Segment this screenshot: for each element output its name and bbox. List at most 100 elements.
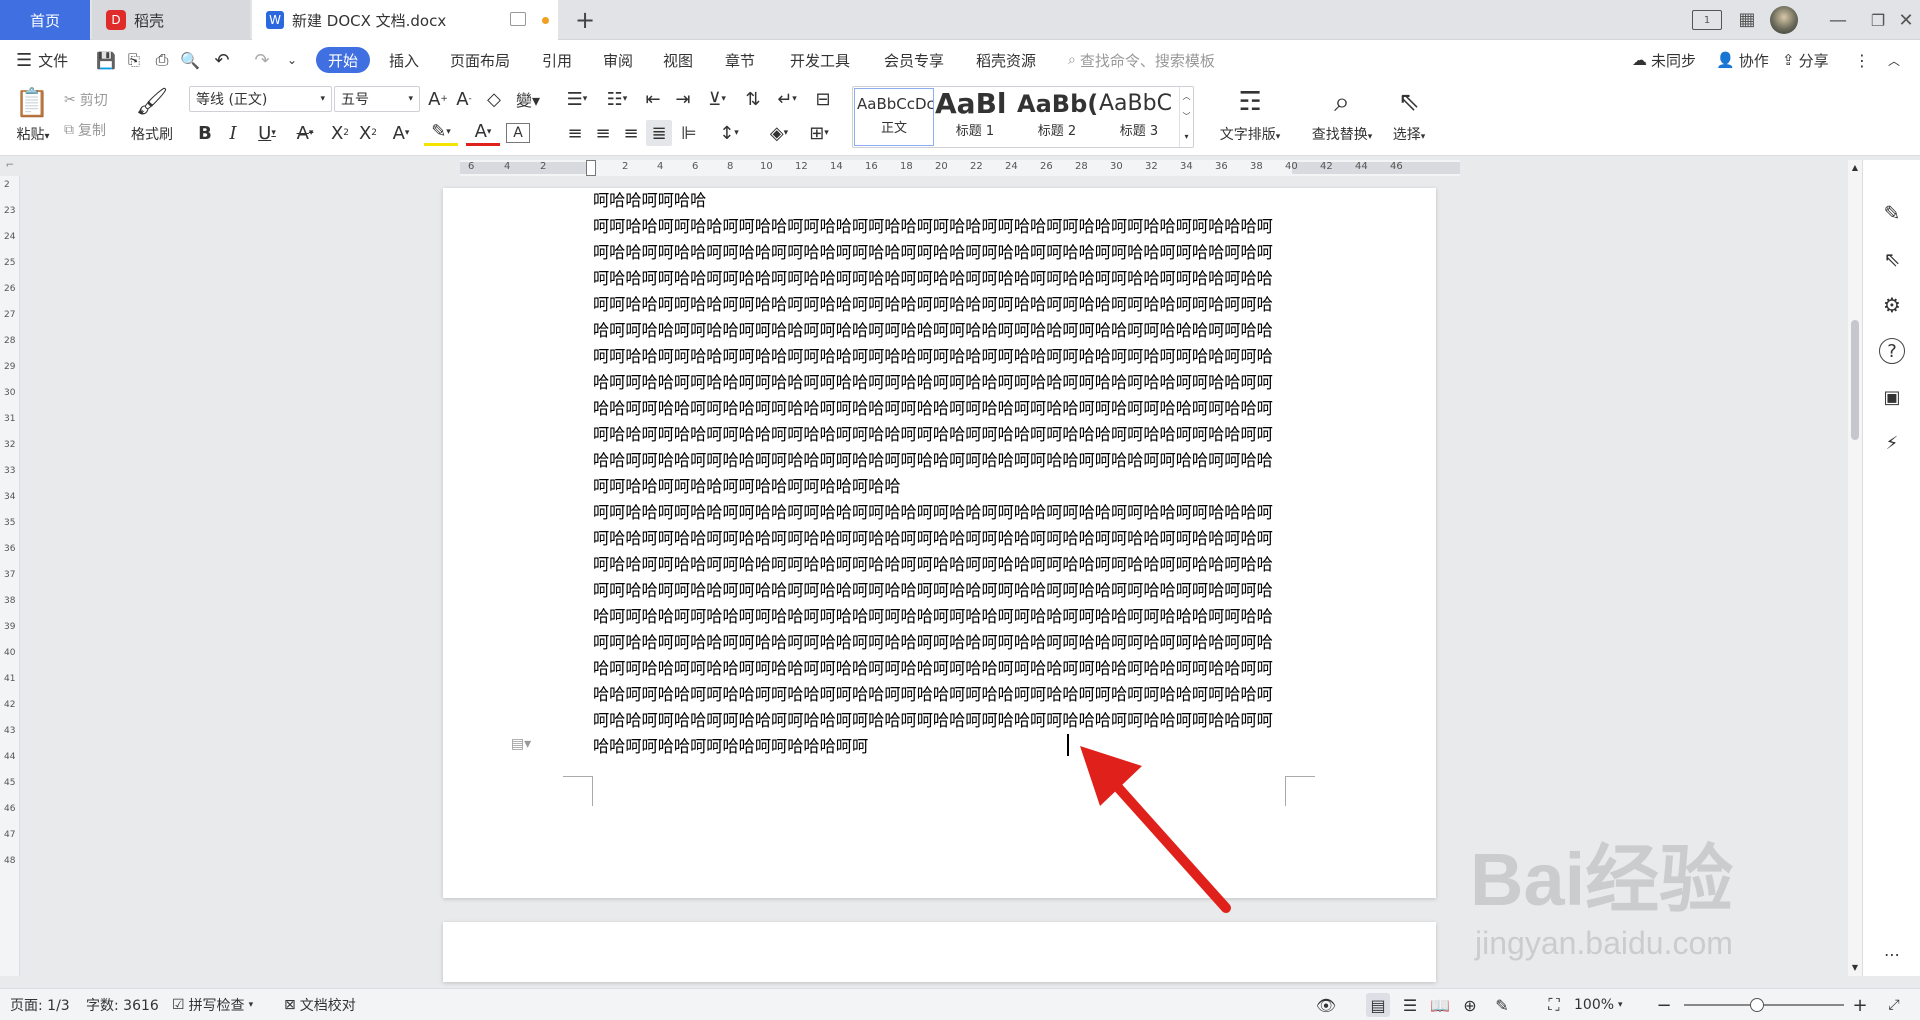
- print-icon[interactable]: ⎙: [152, 50, 172, 70]
- zoom-slider[interactable]: [1684, 998, 1844, 1012]
- clear-format-icon[interactable]: ◇: [482, 86, 506, 112]
- page-view-icon[interactable]: ▤: [1366, 993, 1390, 1017]
- print-preview-icon[interactable]: 🔍: [180, 50, 200, 70]
- document-page[interactable]: 呵哈哈呵呵哈哈 呵呵哈哈呵呵哈哈呵呵哈哈呵呵哈哈呵呵哈哈呵呵哈哈呵呵哈哈呵呵哈哈…: [443, 188, 1436, 898]
- borders-icon[interactable]: ⊞ ▾: [802, 120, 836, 146]
- tab-insert[interactable]: 插入: [389, 40, 419, 80]
- sliders-icon[interactable]: ⚙: [1879, 292, 1905, 318]
- grow-font-icon[interactable]: A +: [426, 86, 450, 112]
- image-tools-icon[interactable]: ▣: [1879, 384, 1905, 410]
- web-view-icon[interactable]: ⊕: [1458, 995, 1482, 1015]
- scroll-thumb[interactable]: [1851, 320, 1859, 440]
- undo-icon[interactable]: ↶: [210, 50, 234, 71]
- chinese-layout-icon[interactable]: ⊻ ▾: [700, 86, 734, 112]
- paste-button[interactable]: 📋 粘贴▾: [12, 84, 54, 150]
- style-scroll[interactable]: ︿ ﹀ ▾: [1179, 87, 1193, 147]
- align-right-icon[interactable]: ≡: [618, 120, 644, 146]
- format-painter-button[interactable]: 🖌 格式刷: [126, 84, 178, 150]
- screen-icon[interactable]: [510, 12, 526, 26]
- page-indicator[interactable]: 页面: 1/3: [10, 989, 70, 1020]
- fullscreen-icon[interactable]: ⤢: [1884, 995, 1904, 1015]
- zoom-slider-thumb[interactable]: [1750, 998, 1764, 1012]
- tab-devtools[interactable]: 开发工具: [790, 40, 850, 80]
- font-color-icon[interactable]: A ▾: [466, 120, 500, 146]
- font-size-select[interactable]: 五号 ▾: [334, 86, 420, 112]
- tab-daoke[interactable]: D 稻壳: [92, 0, 250, 40]
- style-heading-3[interactable]: AaBbC 标题 3: [1099, 88, 1179, 146]
- copy-button[interactable]: ⧉ 复制: [64, 120, 106, 140]
- customize-chevron-icon[interactable]: ⌄: [284, 50, 300, 70]
- document-page-2[interactable]: [443, 922, 1436, 982]
- paragraph-handle-icon[interactable]: ▤▾: [509, 734, 533, 754]
- justify-icon[interactable]: ≣: [646, 120, 672, 146]
- vertical-scrollbar[interactable]: ▲ ▼: [1848, 160, 1862, 976]
- minimize-icon[interactable]: —: [1820, 6, 1856, 34]
- distribute-icon[interactable]: ⊫: [676, 120, 702, 146]
- command-search[interactable]: ⌕ 查找命令、搜索模板: [1068, 40, 1215, 80]
- style-normal[interactable]: AaBbCcDc 正文: [854, 88, 934, 146]
- vertical-ruler[interactable]: 2 23 24 25 26 27 28 29 30 31 32 33 34 35…: [0, 176, 20, 976]
- find-replace-button[interactable]: ⌕ 查找替换▾: [1304, 84, 1380, 150]
- cut-button[interactable]: ✂ 剪切: [64, 90, 108, 110]
- paragraph[interactable]: 呵呵哈哈呵呵哈哈呵呵哈哈呵呵哈哈呵呵哈哈呵呵哈哈呵呵哈哈呵呵哈哈呵呵哈哈呵呵哈哈…: [593, 500, 1288, 760]
- redo-icon[interactable]: ↷: [250, 50, 274, 71]
- shrink-font-icon[interactable]: A-: [452, 86, 476, 112]
- bullet-list-icon[interactable]: ☰ ▾: [560, 86, 594, 112]
- align-left-icon[interactable]: ≡: [562, 120, 588, 146]
- underline-icon[interactable]: U ▾: [250, 120, 284, 146]
- apps-grid-icon[interactable]: ▦: [1736, 8, 1758, 30]
- lightning-icon[interactable]: ⚡: [1879, 430, 1905, 456]
- zoom-in-icon[interactable]: +: [1850, 995, 1870, 1016]
- tab-start[interactable]: 开始: [316, 47, 371, 73]
- tab-reference[interactable]: 引用: [542, 40, 572, 80]
- spell-check-button[interactable]: ☑ 拼写检查 ▾: [172, 989, 253, 1020]
- tab-member[interactable]: 会员专享: [884, 40, 944, 80]
- collapse-ribbon-icon[interactable]: ︿: [1884, 50, 1904, 70]
- indent-marker[interactable]: [586, 160, 596, 176]
- font-family-select[interactable]: 等线 (正文) ▾: [189, 86, 332, 112]
- bold-icon[interactable]: B: [194, 120, 216, 146]
- text-effect-icon[interactable]: A ▾: [386, 120, 416, 146]
- zoom-level[interactable]: 100% ▾: [1574, 989, 1623, 1020]
- numbered-list-icon[interactable]: ☷ ▾: [600, 86, 634, 112]
- more-dots-icon[interactable]: ⋯: [1879, 944, 1905, 964]
- line-spacing-icon[interactable]: ↕ ▾: [712, 120, 746, 146]
- scroll-down-icon[interactable]: ▼: [1848, 960, 1862, 974]
- help-icon[interactable]: ?: [1879, 338, 1905, 364]
- zoom-out-icon[interactable]: −: [1654, 995, 1674, 1016]
- avatar[interactable]: [1770, 6, 1798, 34]
- layout-icon[interactable]: 1: [1692, 10, 1722, 30]
- write-mode-icon[interactable]: ✎: [1490, 995, 1514, 1015]
- save-icon[interactable]: 💾: [96, 50, 116, 70]
- more-icon[interactable]: ⋮: [1854, 50, 1870, 70]
- document-body[interactable]: 呵哈哈呵呵哈哈 呵呵哈哈呵呵哈哈呵呵哈哈呵呵哈哈呵呵哈哈呵呵哈哈呵呵哈哈呵呵哈哈…: [593, 188, 1288, 760]
- tab-resource[interactable]: 稻壳资源: [976, 40, 1036, 80]
- tab-review[interactable]: 审阅: [603, 40, 633, 80]
- sync-status[interactable]: ☁ 未同步: [1632, 40, 1696, 80]
- align-center-icon[interactable]: ≡: [590, 120, 616, 146]
- decrease-indent-icon[interactable]: ⇤: [640, 86, 666, 112]
- style-heading-1[interactable]: AaBl 标题 1: [935, 88, 1015, 146]
- pen-icon[interactable]: ✎: [1879, 200, 1905, 226]
- tab-page-layout[interactable]: 页面布局: [450, 40, 510, 80]
- style-heading-2[interactable]: AaBb( 标题 2: [1017, 88, 1097, 146]
- strikethrough-icon[interactable]: A ▾: [290, 120, 320, 146]
- close-icon[interactable]: ✕: [1892, 6, 1920, 34]
- tab-home[interactable]: 首页: [0, 0, 90, 40]
- increase-indent-icon[interactable]: ⇥: [670, 86, 696, 112]
- subscript-icon[interactable]: X2: [356, 120, 380, 146]
- scroll-up-icon[interactable]: ▲: [1848, 160, 1862, 174]
- char-border-icon[interactable]: A: [506, 123, 530, 143]
- text-layout-button[interactable]: ☶ 文字排版▾: [1212, 84, 1288, 150]
- tab-chapter[interactable]: 章节: [725, 40, 755, 80]
- reading-view-icon[interactable]: 📖: [1428, 995, 1452, 1015]
- eye-protect-icon[interactable]: 👁: [1314, 995, 1338, 1015]
- new-tab-button[interactable]: +: [570, 6, 600, 34]
- proofread-button[interactable]: ⊠ 文档校对: [284, 989, 356, 1020]
- horizontal-ruler[interactable]: 6 4 2 2 4 6 8 10 12 14 16 18 20 22 24 26…: [460, 160, 1460, 176]
- tab-view[interactable]: 视图: [663, 40, 693, 80]
- pinyin-icon[interactable]: 變▾: [510, 86, 546, 112]
- word-count[interactable]: 字数: 3616: [86, 989, 159, 1020]
- sort-icon[interactable]: ⇅: [740, 86, 766, 112]
- fit-page-icon[interactable]: ⛶: [1542, 995, 1566, 1015]
